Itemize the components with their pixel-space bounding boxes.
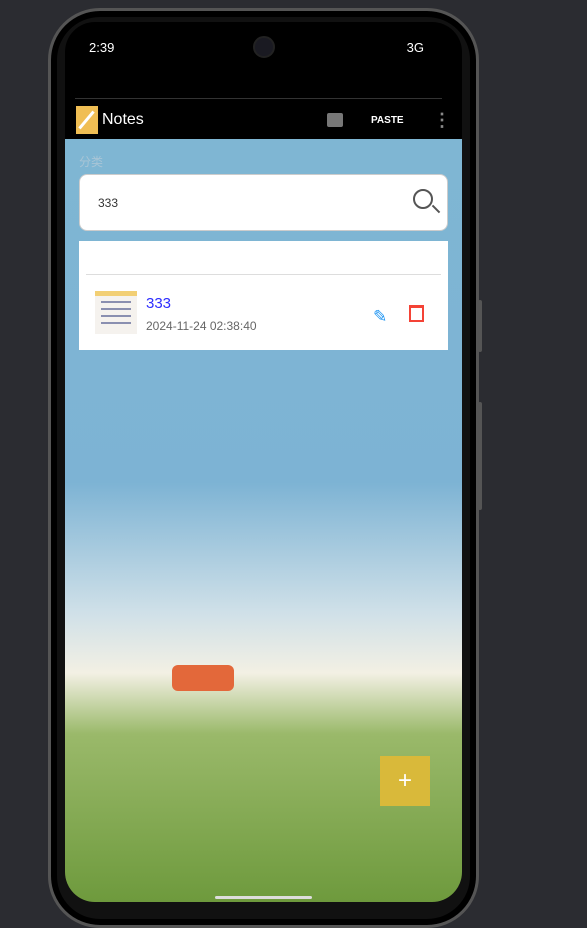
delete-icon[interactable] [409,305,424,322]
status-network: 3G [406,40,424,55]
more-options-icon[interactable]: ⋮ [433,111,451,129]
search-icon[interactable] [413,189,433,209]
note-thumbnail-icon [95,291,137,334]
add-note-button[interactable]: + [380,756,430,806]
bus-image [172,665,234,691]
app-bar: Notes PASTE ⋮ [65,102,462,138]
note-date: 2024-11-24 02:38:40 [146,319,257,333]
camera-icon [253,36,275,58]
notes-logo-icon [76,106,98,134]
divider [75,98,442,99]
category-label: 分类 [79,155,104,169]
power-button [478,402,482,510]
volume-button [478,300,482,352]
screen: 2:39 3G Notes PASTE ⋮ 分类 333 333 2024-11… [65,22,462,902]
search-value: 333 [98,195,119,210]
content-background: 分类 333 333 2024-11-24 02:38:40 ✎ + [65,139,462,902]
paste-button[interactable]: PASTE [371,115,404,126]
edit-icon[interactable]: ✎ [373,307,387,327]
app-title: Notes [102,111,144,128]
status-time: 2:39 [89,40,115,55]
home-indicator[interactable] [215,896,312,899]
compose-icon[interactable] [327,113,343,127]
note-title[interactable]: 333 [146,295,171,312]
notes-list: 333 2024-11-24 02:38:40 ✎ [79,241,448,350]
search-input[interactable]: 333 [79,174,448,231]
list-divider [86,274,441,275]
